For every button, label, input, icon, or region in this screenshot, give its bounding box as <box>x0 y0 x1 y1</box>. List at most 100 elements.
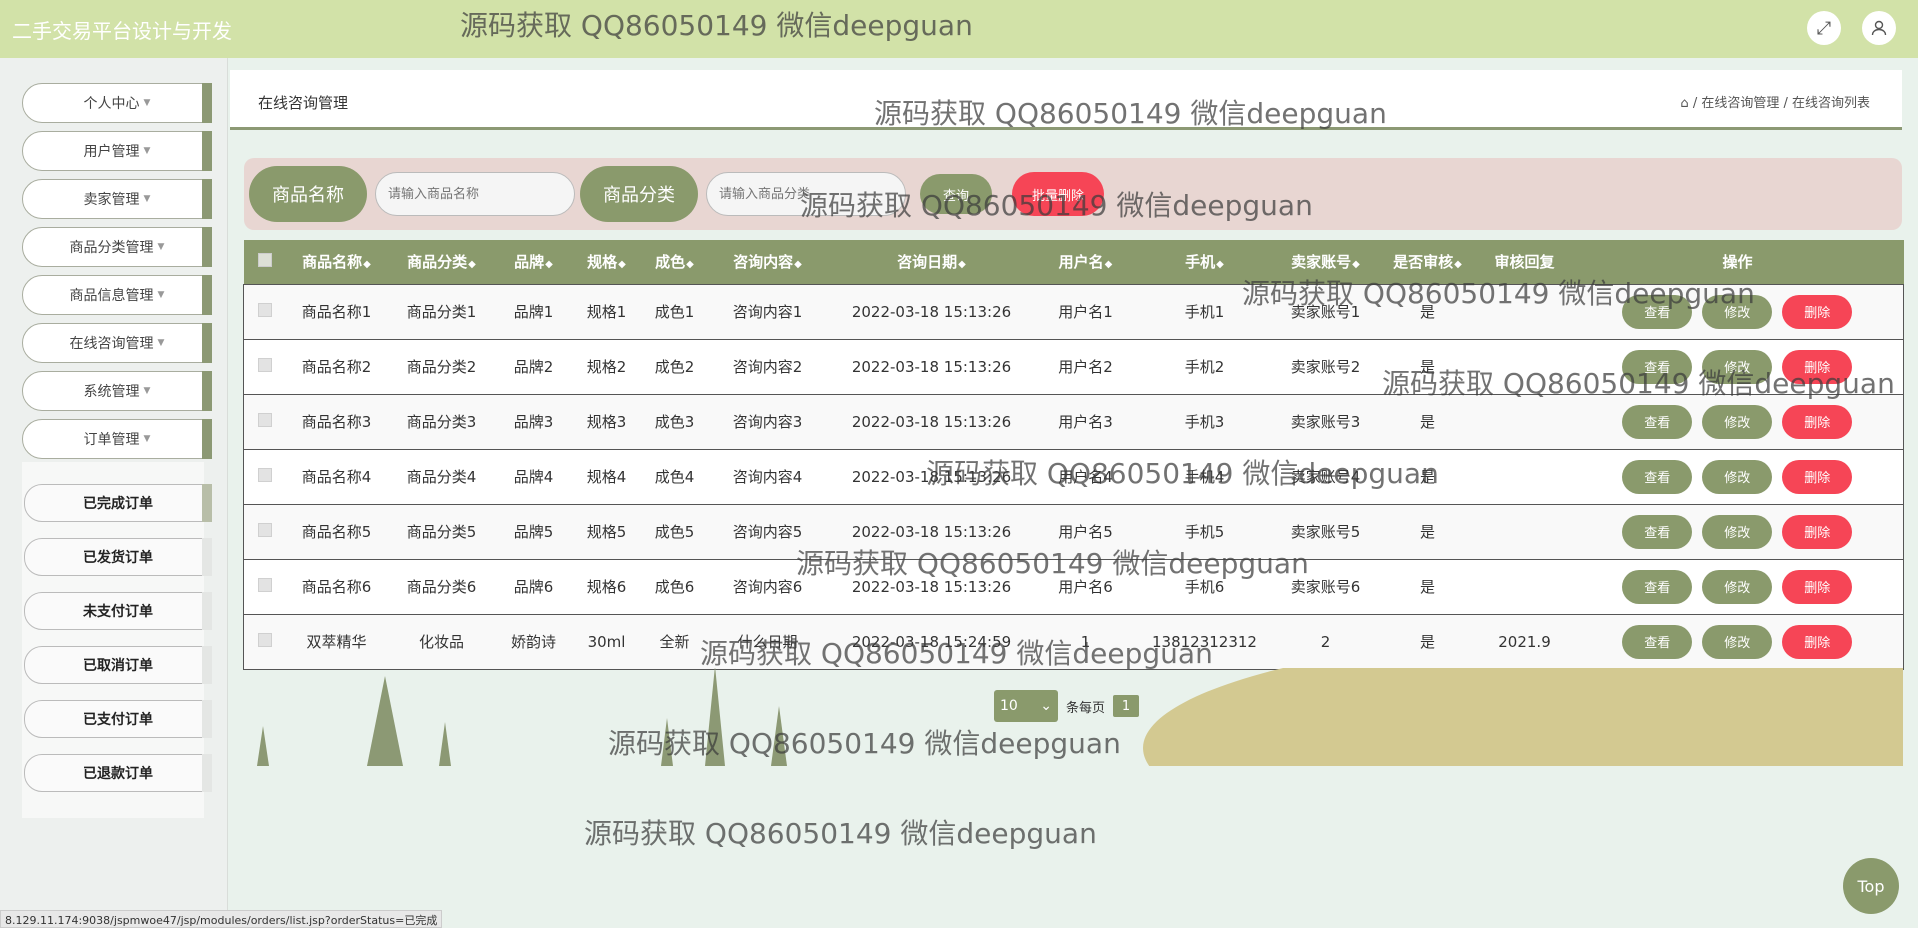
home-icon[interactable]: ⌂ <box>1680 96 1688 111</box>
view-button[interactable]: 查看 <box>1622 459 1693 494</box>
sidebar-item-label: 商品信息管理 <box>69 288 154 304</box>
sidebar-item-products[interactable]: 商品信息管理 ▼ <box>22 275 212 315</box>
sidebar-item-orders[interactable]: 订单管理 ▼ <box>22 419 212 459</box>
delete-button[interactable]: 删除 <box>1782 294 1853 329</box>
back-to-top-button[interactable]: Top <box>1843 858 1899 914</box>
edit-button[interactable]: 修改 <box>1702 349 1773 384</box>
row-checkbox[interactable] <box>257 357 272 372</box>
row-checkbox[interactable] <box>257 632 272 647</box>
sidebar-item-label: 用户管理 <box>83 144 140 160</box>
select-all-checkbox[interactable] <box>257 252 272 267</box>
sort-icon[interactable]: ◆ <box>545 259 553 270</box>
submenu-cancelled-orders[interactable]: 已取消订单 <box>24 646 212 684</box>
sort-icon[interactable]: ◆ <box>1352 259 1360 270</box>
column-header: 审核回复 <box>1478 240 1572 284</box>
expand-icon[interactable]: ⤢ <box>1807 11 1841 45</box>
sort-icon[interactable]: ◆ <box>618 259 626 270</box>
sidebar-item-system[interactable]: 系统管理 ▼ <box>22 371 212 411</box>
breadcrumb: ⌂ / 在线咨询管理 / 在线咨询列表 <box>1680 92 1870 111</box>
column-header[interactable]: 卖家账号◆ <box>1274 240 1378 284</box>
row-select-cell[interactable] <box>244 284 286 339</box>
edit-button[interactable]: 修改 <box>1702 404 1773 439</box>
column-header[interactable]: 手机◆ <box>1136 240 1274 284</box>
delete-button[interactable]: 删除 <box>1782 459 1853 494</box>
delete-button[interactable]: 删除 <box>1782 349 1853 384</box>
column-header[interactable]: 商品名称◆ <box>286 240 388 284</box>
row-checkbox[interactable] <box>257 302 272 317</box>
sidebar-item-consultation[interactable]: 在线咨询管理 ▼ <box>22 323 212 363</box>
row-checkbox[interactable] <box>257 412 272 427</box>
view-button[interactable]: 查看 <box>1622 349 1693 384</box>
per-page-label: 条每页 <box>1066 700 1106 716</box>
sort-icon[interactable]: ◆ <box>958 259 966 270</box>
edit-button[interactable]: 修改 <box>1702 514 1773 549</box>
table-cell: 品牌6 <box>513 578 554 596</box>
submenu-completed-orders[interactable]: 已完成订单 <box>24 484 212 522</box>
sort-icon[interactable]: ◆ <box>794 259 802 270</box>
sort-icon[interactable]: ◆ <box>686 259 694 270</box>
submenu-shipped-orders[interactable]: 已发货订单 <box>24 538 212 576</box>
table-cell: 2022-03-18 15:13:26 <box>851 467 1012 486</box>
page-number-button[interactable]: 1 <box>1113 695 1140 717</box>
row-select-cell[interactable] <box>244 504 286 559</box>
row-checkbox[interactable] <box>257 577 272 592</box>
column-header[interactable]: 用户名◆ <box>1036 240 1136 284</box>
column-header[interactable]: 品牌◆ <box>496 240 572 284</box>
breadcrumb-trail[interactable]: / 在线咨询管理 / 在线咨询列表 <box>1693 96 1870 111</box>
column-header[interactable]: 成色◆ <box>642 240 708 284</box>
table-cell: 手机4 <box>1184 468 1225 486</box>
column-header[interactable]: 是否审核◆ <box>1378 240 1478 284</box>
sort-icon[interactable]: ◆ <box>1105 259 1113 270</box>
table-row: 商品名称4 商品分类4 品牌4 规格4 成色4 咨询内容4 2022-03-18 15:13… <box>243 449 1904 504</box>
row-select-cell[interactable] <box>244 559 286 614</box>
row-select-cell[interactable] <box>244 394 286 449</box>
edit-button[interactable]: 修改 <box>1702 569 1773 604</box>
select-all-cell[interactable] <box>244 240 286 284</box>
chevron-down-icon: ⌄ <box>1040 698 1052 714</box>
table-cell: 卖家账号1 <box>1290 303 1361 321</box>
sidebar-item-personal-center[interactable]: 个人中心 ▼ <box>22 83 212 123</box>
edit-button[interactable]: 修改 <box>1702 624 1773 659</box>
table-cell: 成色2 <box>654 358 695 376</box>
view-button[interactable]: 查看 <box>1622 404 1693 439</box>
submenu-refunded-orders[interactable]: 已退款订单 <box>24 754 212 792</box>
row-actions: 查看 修改 删除 <box>1572 294 1904 329</box>
view-button[interactable]: 查看 <box>1622 569 1693 604</box>
table-cell: 用户名2 <box>1058 358 1113 376</box>
sidebar-item-label: 系统管理 <box>83 384 140 400</box>
edit-button[interactable]: 修改 <box>1702 294 1773 329</box>
edit-button[interactable]: 修改 <box>1702 459 1773 494</box>
sort-icon[interactable]: ◆ <box>363 259 371 270</box>
product-name-input[interactable] <box>375 172 575 216</box>
delete-button[interactable]: 删除 <box>1782 404 1853 439</box>
sort-icon[interactable]: ◆ <box>1216 259 1224 270</box>
view-button[interactable]: 查看 <box>1622 294 1693 329</box>
view-button[interactable]: 查看 <box>1622 624 1693 659</box>
row-select-cell[interactable] <box>244 614 286 669</box>
sort-icon[interactable]: ◆ <box>468 259 476 270</box>
view-button[interactable]: 查看 <box>1622 514 1693 549</box>
row-checkbox[interactable] <box>257 522 272 537</box>
sort-icon[interactable]: ◆ <box>1454 259 1462 270</box>
column-header[interactable]: 咨询日期◆ <box>828 240 1036 284</box>
product-category-input[interactable] <box>706 172 906 216</box>
column-header[interactable]: 咨询内容◆ <box>708 240 828 284</box>
query-button[interactable]: 查询 <box>920 174 992 214</box>
row-checkbox[interactable] <box>257 467 272 482</box>
delete-button[interactable]: 删除 <box>1782 569 1853 604</box>
user-icon[interactable] <box>1862 11 1896 45</box>
table-cell: 品牌2 <box>513 358 554 376</box>
batch-delete-button[interactable]: 批量删除 <box>1012 172 1104 216</box>
sidebar-item-categories[interactable]: 商品分类管理 ▼ <box>22 227 212 267</box>
submenu-unpaid-orders[interactable]: 未支付订单 <box>24 592 212 630</box>
delete-button[interactable]: 删除 <box>1782 624 1853 659</box>
sidebar-item-sellers[interactable]: 卖家管理 ▼ <box>22 179 212 219</box>
sidebar-item-users[interactable]: 用户管理 ▼ <box>22 131 212 171</box>
page-size-select[interactable]: 10 ⌄ <box>994 690 1058 722</box>
delete-button[interactable]: 删除 <box>1782 514 1853 549</box>
column-header[interactable]: 规格◆ <box>572 240 642 284</box>
submenu-paid-orders[interactable]: 已支付订单 <box>24 700 212 738</box>
row-select-cell[interactable] <box>244 339 286 394</box>
row-select-cell[interactable] <box>244 449 286 504</box>
column-header[interactable]: 商品分类◆ <box>388 240 496 284</box>
